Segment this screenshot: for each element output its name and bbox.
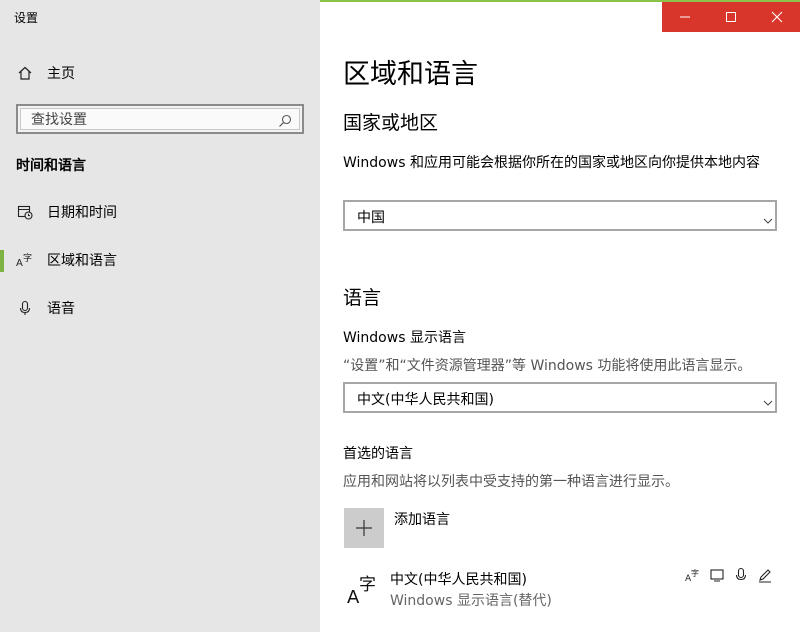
- svg-text:字: 字: [691, 568, 699, 578]
- sidebar-item-date-time[interactable]: 日期和时间: [0, 192, 320, 232]
- search-icon[interactable]: [277, 113, 293, 129]
- sidebar-item-label: 区域和语言: [47, 253, 117, 269]
- language-pack-icon: A字: [684, 566, 702, 584]
- search-box[interactable]: [16, 104, 304, 134]
- language-item-name[interactable]: 中文(中华人民共和国): [390, 569, 527, 589]
- country-description: Windows 和应用可能会根据你所在的国家或地区向你提供本地内容: [343, 155, 760, 171]
- microphone-icon: [16, 299, 34, 317]
- maximize-button[interactable]: [708, 2, 754, 32]
- display-language-select-value: 中文(中华人民共和国): [357, 392, 494, 408]
- page-title: 区域和语言: [343, 59, 478, 90]
- nav-home-label: 主页: [47, 66, 75, 82]
- language-heading: 语言: [343, 287, 382, 309]
- window-controls: [662, 2, 800, 32]
- search-input[interactable]: [31, 112, 271, 128]
- chevron-down-icon: [763, 393, 773, 406]
- sidebar-item-speech[interactable]: 语音: [0, 288, 320, 328]
- add-language-label[interactable]: 添加语言: [394, 509, 450, 529]
- language-icon: A字: [16, 251, 34, 269]
- display-icon: [708, 566, 726, 584]
- svg-text:字: 字: [359, 575, 376, 595]
- sidebar-item-label: 日期和时间: [47, 205, 117, 221]
- window-title: 设置: [14, 11, 39, 25]
- svg-text:A: A: [16, 258, 23, 269]
- country-select-value: 中国: [357, 210, 385, 226]
- chevron-down-icon: [763, 211, 773, 224]
- language-item-sub: Windows 显示语言(替代): [390, 593, 552, 609]
- language-capabilities: A字: [684, 566, 774, 584]
- sidebar: 设置 主页 时间和语言 日期和时间 A字 区域和语言 语音: [0, 0, 320, 632]
- section-heading: 时间和语言: [16, 158, 86, 174]
- nav-home[interactable]: 主页: [0, 56, 320, 90]
- calendar-clock-icon: [16, 203, 34, 221]
- close-button[interactable]: [754, 2, 800, 32]
- plus-icon: [356, 520, 372, 536]
- svg-text:字: 字: [23, 252, 32, 264]
- language-glyph-icon: A字: [346, 572, 380, 608]
- display-language-description: “设置”和“文件资源管理器”等 Windows 功能将使用此语言显示。: [343, 358, 752, 374]
- preferred-languages-label: 首选的语言: [343, 446, 413, 462]
- add-language-button[interactable]: [344, 508, 384, 548]
- display-language-select[interactable]: 中文(中华人民共和国): [343, 382, 777, 413]
- sidebar-item-label: 语音: [47, 301, 75, 317]
- home-icon: [16, 64, 34, 82]
- preferred-languages-description: 应用和网站将以列表中受支持的第一种语言进行显示。: [343, 474, 679, 490]
- microphone-icon: [732, 566, 750, 584]
- country-select[interactable]: 中国: [343, 200, 777, 231]
- sidebar-item-region-language[interactable]: A字 区域和语言: [0, 240, 320, 280]
- minimize-button[interactable]: [662, 2, 708, 32]
- country-heading: 国家或地区: [343, 112, 439, 134]
- display-language-label: Windows 显示语言: [343, 330, 466, 346]
- handwriting-icon: [756, 566, 774, 584]
